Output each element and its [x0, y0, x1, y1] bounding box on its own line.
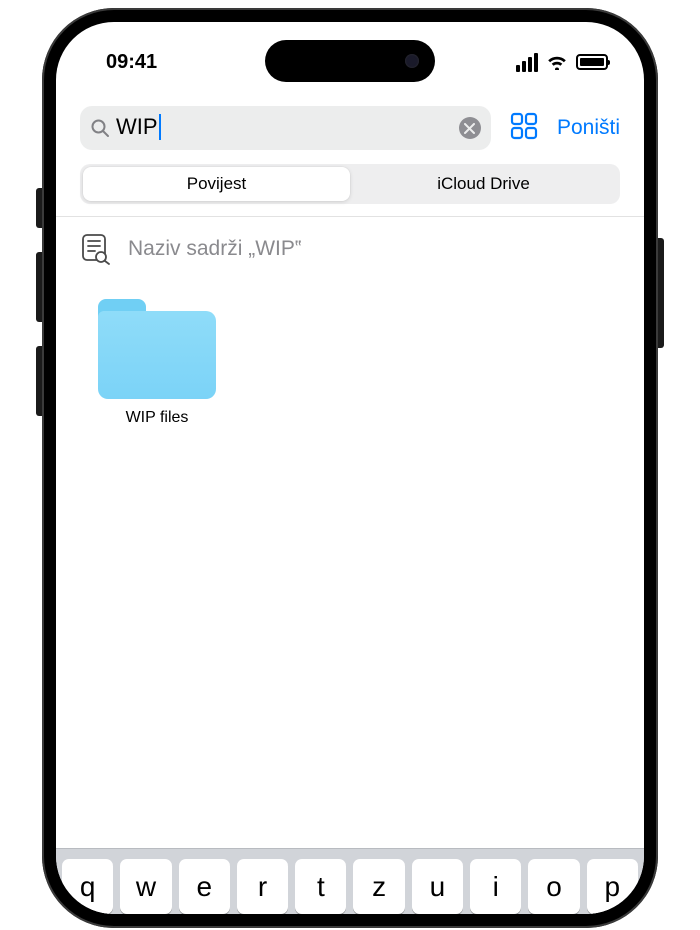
key-t[interactable]: t — [295, 859, 346, 914]
cellular-icon — [516, 53, 538, 72]
tab-history[interactable]: Povijest — [83, 167, 350, 201]
search-input[interactable]: WIP — [116, 114, 453, 142]
folder-item[interactable]: WIP files — [82, 299, 232, 427]
folder-icon — [92, 299, 222, 399]
scope-segmented-control: Povijest iCloud Drive — [80, 164, 620, 204]
key-u[interactable]: u — [412, 859, 463, 914]
text-cursor — [159, 114, 161, 140]
keyboard: q w e r t z u i o p — [56, 848, 644, 914]
tab-icloud-drive[interactable]: iCloud Drive — [350, 167, 617, 201]
camera-dot — [405, 54, 419, 68]
suggestion-text: Naziv sadrži „WIP‟ — [128, 237, 302, 261]
key-q[interactable]: q — [62, 859, 113, 914]
wifi-icon — [546, 54, 568, 70]
search-icon — [90, 118, 110, 138]
clear-search-button[interactable] — [459, 117, 481, 139]
side-buttons-left — [36, 188, 42, 440]
key-z[interactable]: z — [353, 859, 404, 914]
dynamic-island — [265, 40, 435, 82]
screen: 09:41 WIP — [56, 22, 644, 914]
key-o[interactable]: o — [528, 859, 579, 914]
folder-label: WIP files — [82, 409, 232, 427]
phone-frame: 09:41 WIP — [42, 8, 658, 928]
key-e[interactable]: e — [179, 859, 230, 914]
top-controls: WIP Poništi — [56, 84, 644, 164]
document-search-icon — [82, 233, 110, 265]
key-w[interactable]: w — [120, 859, 171, 914]
search-field[interactable]: WIP — [80, 106, 491, 150]
search-suggestion-row[interactable]: Naziv sadrži „WIP‟ — [56, 217, 644, 281]
key-p[interactable]: p — [587, 859, 638, 914]
side-buttons-right — [658, 238, 664, 348]
status-time: 09:41 — [106, 51, 157, 74]
results-grid: WIP files — [56, 281, 644, 445]
cancel-button[interactable]: Poništi — [557, 116, 620, 140]
view-mode-button[interactable] — [509, 111, 539, 146]
search-input-text: WIP — [116, 114, 158, 139]
battery-icon — [576, 54, 608, 70]
key-i[interactable]: i — [470, 859, 521, 914]
key-r[interactable]: r — [237, 859, 288, 914]
